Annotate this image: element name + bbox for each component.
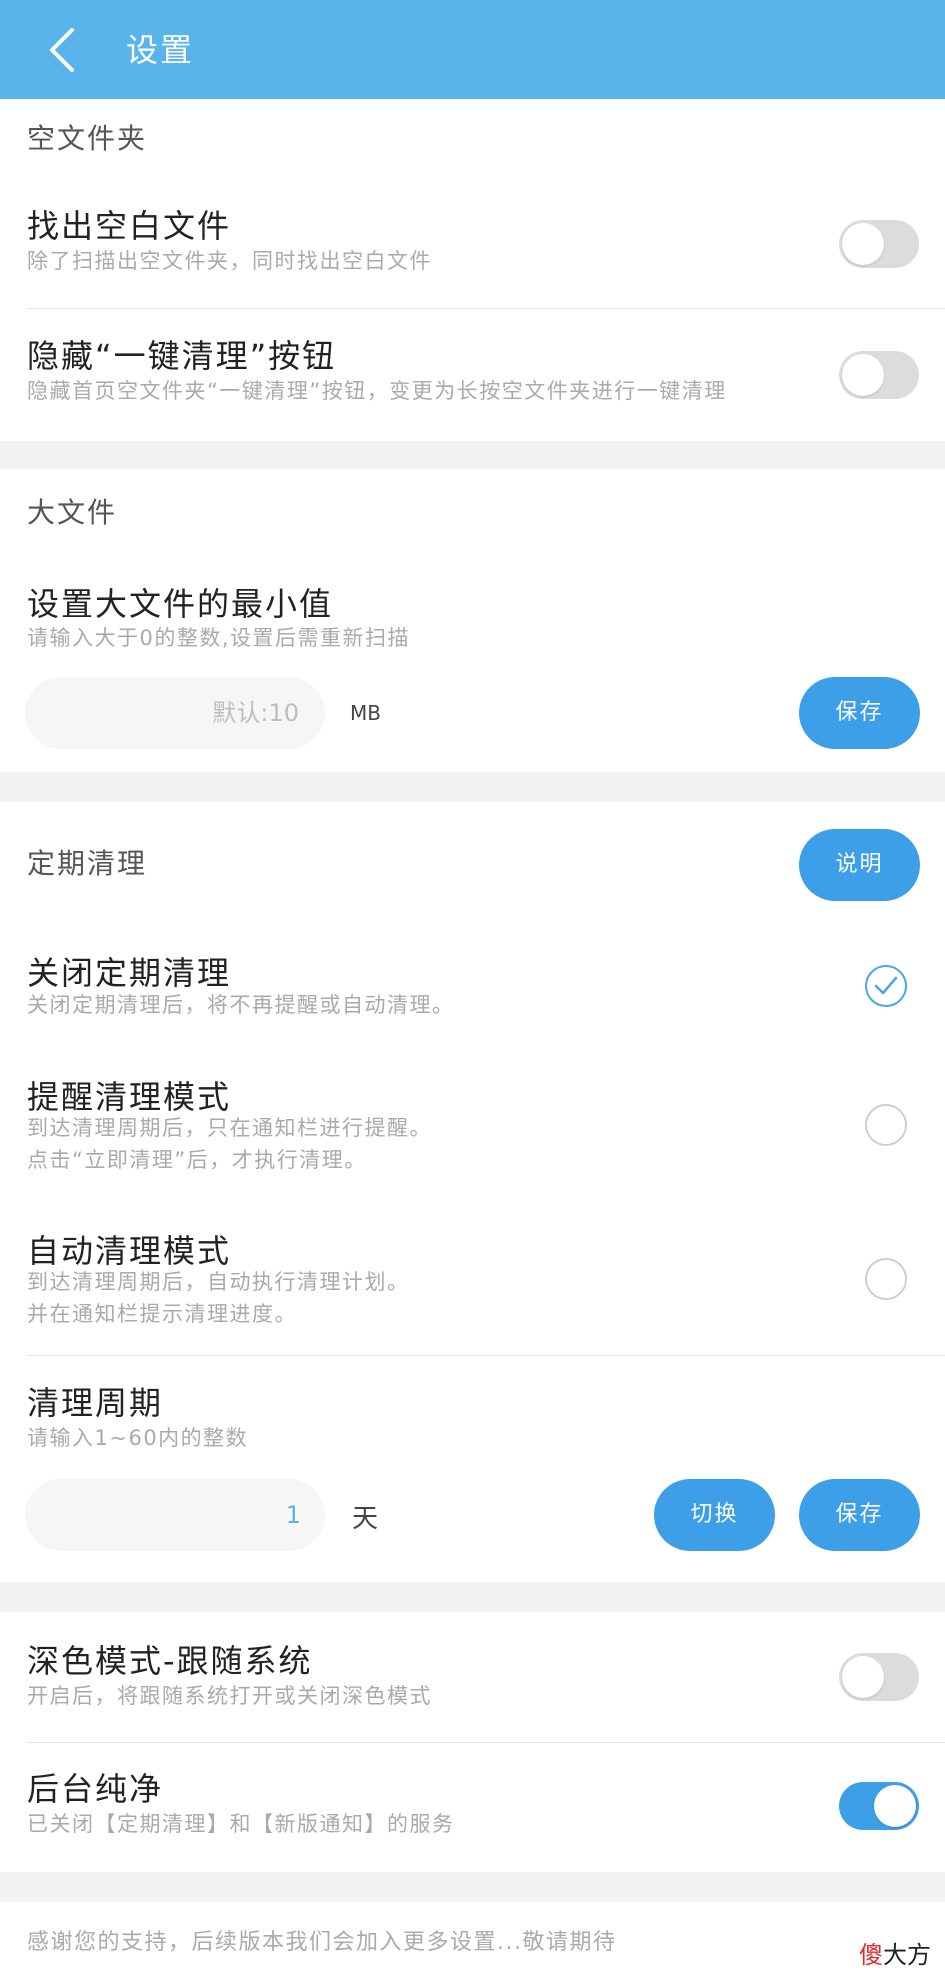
remind-mode-desc-line2: 点击“立即清理”后，才执行清理。 xyxy=(27,1148,367,1172)
toggle-knob xyxy=(842,1656,884,1698)
check-icon xyxy=(874,976,898,995)
min-size-unit: MB xyxy=(350,701,381,725)
divider xyxy=(27,1355,945,1356)
watermark-rest: 大方 xyxy=(883,1941,931,1969)
watermark-red-char: 傻 xyxy=(859,1941,883,1969)
period-switch-button[interactable]: 切换 xyxy=(654,1479,775,1551)
empty-folder-card: 空文件夹 找出空白文件 除了扫描出空文件夹，同时找出空白文件 隐藏“一键清理”按… xyxy=(0,99,945,441)
dark-mode-desc: 开启后，将跟随系统打开或关闭深色模式 xyxy=(27,1684,432,1708)
remind-mode-radio[interactable] xyxy=(865,1104,907,1146)
explain-button[interactable]: 说明 xyxy=(799,829,920,901)
chevron-left-icon xyxy=(50,28,74,72)
divider xyxy=(27,1742,945,1743)
scheduled-clean-card: 定期清理 说明 关闭定期清理 关闭定期清理后，将不再提醒或自动清理。 提醒清理模… xyxy=(0,802,945,1582)
section-title-empty-folder: 空文件夹 xyxy=(27,122,148,155)
hide-button-title: 隐藏“一键清理”按钮 xyxy=(27,337,337,375)
dark-mode-title: 深色模式-跟随系统 xyxy=(27,1642,313,1680)
footer-text: 感谢您的支持，后续版本我们会加入更多设置...敬请期待 xyxy=(27,1930,617,1955)
clean-period-input[interactable]: 1 xyxy=(25,1479,325,1551)
close-schedule-radio[interactable] xyxy=(865,965,907,1007)
background-clean-title: 后台纯净 xyxy=(27,1770,164,1808)
app-bar: 设置 xyxy=(0,0,945,99)
find-blank-files-desc: 除了扫描出空文件夹，同时找出空白文件 xyxy=(27,249,432,273)
background-clean-desc: 已关闭【定期清理】和【新版通知】的服务 xyxy=(27,1812,455,1836)
clean-period-unit: 天 xyxy=(352,1504,379,1534)
toggle-knob xyxy=(874,1785,916,1827)
min-size-title: 设置大文件的最小值 xyxy=(27,585,334,623)
remind-mode-desc-line1: 到达清理周期后，只在通知栏进行提醒。 xyxy=(27,1116,432,1140)
divider xyxy=(27,308,945,309)
watermark: 傻大方 xyxy=(859,1935,931,1970)
section-title-large-file: 大文件 xyxy=(27,496,118,529)
min-size-input[interactable]: 默认:10 xyxy=(25,677,325,749)
min-size-save-button[interactable]: 保存 xyxy=(799,677,920,749)
find-blank-files-toggle[interactable] xyxy=(839,220,919,268)
footer-card: 感谢您的支持，后续版本我们会加入更多设置...敬请期待 xyxy=(0,1902,945,1980)
hide-button-desc: 隐藏首页空文件夹“一键清理”按钮，变更为长按空文件夹进行一键清理 xyxy=(27,379,727,403)
close-schedule-desc: 关闭定期清理后，将不再提醒或自动清理。 xyxy=(27,993,455,1017)
toggle-knob xyxy=(842,223,884,265)
section-title-scheduled-clean: 定期清理 xyxy=(27,847,148,880)
close-schedule-title: 关闭定期清理 xyxy=(27,954,232,992)
min-size-desc: 请输入大于0的整数,设置后需重新扫描 xyxy=(27,626,411,650)
clean-period-title: 清理周期 xyxy=(27,1384,164,1422)
auto-mode-desc-line1: 到达清理周期后，自动执行清理计划。 xyxy=(27,1270,410,1294)
background-clean-toggle[interactable] xyxy=(839,1782,919,1830)
auto-mode-radio[interactable] xyxy=(865,1258,907,1300)
period-save-button[interactable]: 保存 xyxy=(799,1479,920,1551)
hide-button-toggle[interactable] xyxy=(839,351,919,399)
large-file-card: 大文件 设置大文件的最小值 请输入大于0的整数,设置后需重新扫描 默认:10 M… xyxy=(0,469,945,772)
page-title: 设置 xyxy=(126,31,195,69)
back-button[interactable] xyxy=(38,22,94,78)
find-blank-files-title: 找出空白文件 xyxy=(27,207,232,245)
clean-period-desc: 请输入1~60内的整数 xyxy=(27,1426,249,1450)
dark-mode-toggle[interactable] xyxy=(839,1653,919,1701)
toggle-knob xyxy=(842,354,884,396)
other-settings-card: 深色模式-跟随系统 开启后，将跟随系统打开或关闭深色模式 后台纯净 已关闭【定期… xyxy=(0,1612,945,1872)
auto-mode-desc-line2: 并在通知栏提示清理进度。 xyxy=(27,1302,297,1326)
